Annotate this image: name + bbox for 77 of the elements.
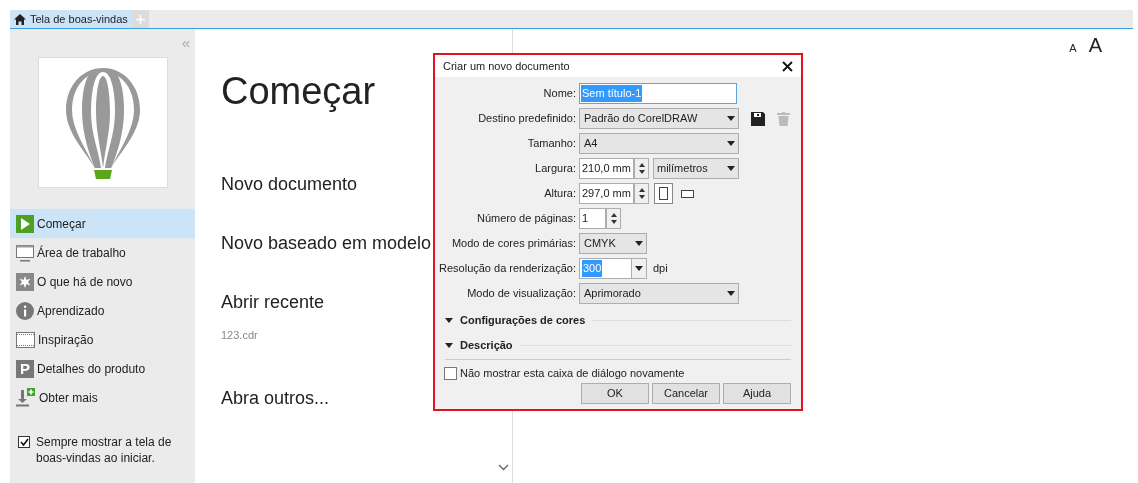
checkbox[interactable] bbox=[18, 436, 30, 448]
dropdown[interactable]: A4 bbox=[579, 133, 739, 154]
dropdown[interactable]: CMYK bbox=[579, 233, 647, 254]
portrait-button[interactable] bbox=[654, 183, 673, 204]
spin-button[interactable] bbox=[634, 183, 649, 204]
dropdown[interactable]: Aprimorado bbox=[579, 283, 739, 304]
dialog-button[interactable]: Ajuda bbox=[723, 382, 791, 404]
section-header[interactable]: Descrição bbox=[445, 338, 791, 352]
field-label: Altura: bbox=[543, 186, 577, 202]
field-label: Nome: bbox=[542, 86, 577, 102]
field-value: CMYK bbox=[583, 236, 617, 252]
play-icon bbox=[16, 214, 34, 233]
down-arrow-icon bbox=[610, 219, 617, 224]
download-icon bbox=[16, 388, 36, 407]
info-icon bbox=[16, 301, 34, 320]
close-icon[interactable] bbox=[782, 60, 793, 72]
sidebar-item[interactable]: Inspiração bbox=[10, 325, 195, 354]
field-value: Sem título-1 bbox=[581, 85, 643, 102]
field-label: Modo de visualização: bbox=[466, 286, 577, 302]
field-value: A4 bbox=[583, 136, 599, 152]
field-value: 1 bbox=[581, 211, 590, 227]
field-label: Tamanho: bbox=[526, 136, 577, 152]
monitor-icon bbox=[16, 243, 34, 262]
checkbox[interactable] bbox=[444, 366, 457, 380]
dialog-button[interactable]: Cancelar bbox=[652, 382, 720, 404]
dialog-title: Criar um novo documento bbox=[443, 58, 570, 74]
caret-icon bbox=[445, 342, 453, 348]
caret-icon bbox=[727, 141, 735, 146]
sidebar-item[interactable]: Obter mais bbox=[10, 383, 195, 412]
caret-icon bbox=[635, 266, 643, 271]
unit-label: dpi bbox=[653, 261, 668, 277]
decrease-font-button[interactable]: A bbox=[1069, 40, 1077, 57]
letter-icon: P bbox=[16, 359, 34, 378]
input-field[interactable]: 210,0 mm bbox=[579, 158, 634, 179]
down-arrow-icon bbox=[638, 194, 645, 199]
field-label: Destino predefinido: bbox=[477, 111, 577, 127]
input-field[interactable]: 1 bbox=[579, 208, 606, 229]
checkbox-label: Não mostrar esta caixa de diálogo novamente bbox=[460, 366, 685, 381]
field-label: Largura: bbox=[534, 161, 577, 177]
spin-button[interactable] bbox=[634, 158, 649, 179]
sparkle-icon bbox=[16, 272, 34, 291]
up-arrow-icon bbox=[638, 188, 645, 193]
sidebar-item[interactable]: Aprendizado bbox=[10, 296, 195, 325]
caret-icon bbox=[445, 317, 453, 323]
section-header[interactable]: Configurações de cores bbox=[445, 313, 791, 327]
page-title: Começar bbox=[221, 69, 377, 113]
field-value: Padrão do CorelDRAW bbox=[583, 111, 699, 127]
sidebar-item[interactable]: Começar bbox=[10, 209, 195, 238]
sidebar-item[interactable]: Área de trabalho bbox=[10, 238, 195, 267]
caret-icon bbox=[727, 291, 735, 296]
plus-icon bbox=[135, 14, 145, 24]
field-label: Modo de cores primárias: bbox=[450, 236, 577, 252]
film-icon bbox=[16, 330, 35, 349]
up-arrow-icon bbox=[610, 213, 617, 218]
unit-dropdown[interactable]: milímetros bbox=[653, 158, 739, 179]
home-icon bbox=[14, 13, 26, 25]
save-icon[interactable] bbox=[751, 111, 765, 126]
caret-icon bbox=[727, 166, 735, 171]
field-label: Número de páginas: bbox=[475, 211, 577, 227]
caret-icon bbox=[635, 241, 643, 246]
up-arrow-icon bbox=[638, 163, 645, 168]
dialog-button[interactable]: OK bbox=[581, 382, 649, 404]
field-value: Aprimorado bbox=[583, 286, 642, 302]
dropdown[interactable]: Padrão do CorelDRAW bbox=[579, 108, 739, 129]
checkbox-label: Sempre mostrar a tela de boas-vindas ao iniciar. bbox=[36, 434, 173, 466]
input-field[interactable]: 297,0 mm bbox=[579, 183, 634, 204]
check-icon bbox=[19, 438, 29, 446]
increase-font-button[interactable]: A bbox=[1088, 35, 1102, 55]
down-arrow-icon bbox=[638, 169, 645, 174]
field-label: Resolução da renderização: bbox=[438, 261, 577, 277]
sidebar-item[interactable]: O que há de novo bbox=[10, 267, 195, 296]
tab[interactable]: Tela de boas-vindas bbox=[10, 10, 132, 28]
spin-button[interactable] bbox=[606, 208, 621, 229]
sidebar-item[interactable]: P Detalhes do produto bbox=[10, 354, 195, 383]
chevron-down-icon[interactable] bbox=[498, 464, 509, 471]
field-value: 300 bbox=[582, 260, 603, 277]
caret-icon bbox=[727, 116, 735, 121]
